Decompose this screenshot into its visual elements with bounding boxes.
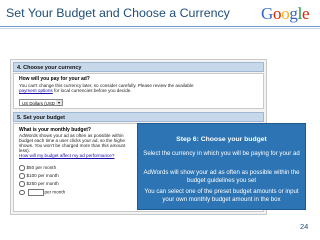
budget-help-line-3: shows. You won't be charged more than th…: [19, 143, 126, 148]
title-divider-light: [0, 28, 320, 29]
page-number: 24: [300, 222, 309, 231]
callout-paragraph-2: AdWords will show your ad as often as po…: [143, 169, 300, 184]
budget-option-label: $250 per month: [26, 181, 59, 186]
logo-letter: o: [281, 4, 290, 23]
budget-performance-link[interactable]: How will my budget affect my ad performa…: [19, 153, 114, 158]
logo-letter: o: [272, 4, 282, 23]
budget-option-custom[interactable]: per month: [19, 189, 65, 196]
radio-button[interactable]: [19, 173, 25, 179]
logo-letter: g: [289, 4, 298, 23]
callout-paragraph-1: Select the currency in which you will be…: [143, 150, 300, 157]
radio-button[interactable]: [19, 181, 25, 187]
budget-custom-suffix: per month: [44, 189, 66, 195]
chevron-down-icon[interactable]: ▾: [56, 100, 62, 105]
callout-paragraph-3: You can select one of the preset budget …: [144, 188, 299, 203]
logo-letter: G: [261, 4, 273, 23]
currency-select-value: US Dollars (USD $): [22, 101, 61, 106]
slide-title: Set Your Budget and Choose a Currency: [6, 6, 230, 20]
radio-button[interactable]: [19, 189, 25, 196]
logo-letter: e: [302, 4, 310, 23]
currency-help-text: for local currencies before you decide.: [54, 88, 132, 93]
currency-question: How will you pay for your ad?: [19, 76, 90, 82]
payment-options-link[interactable]: payment options: [19, 88, 53, 93]
custom-budget-input[interactable]: [27, 189, 44, 196]
step-callout: Step 6: Choose your budget Select the cu…: [137, 123, 306, 210]
section-currency-body: How will you pay for your ad? You can't …: [13, 73, 264, 109]
budget-option-label: $100 per month: [26, 173, 59, 178]
budget-option-50[interactable]: $50 per month: [19, 165, 56, 171]
budget-option-250[interactable]: $250 per month: [19, 181, 59, 187]
title-divider: [0, 26, 320, 27]
currency-help-line-2: payment options for local currencies bef…: [19, 88, 132, 93]
callout-title: Step 6: Choose your budget: [176, 136, 267, 143]
section-budget-heading: 5. Set your budget: [13, 112, 264, 122]
currency-select[interactable]: US Dollars (USD $) ▾: [19, 99, 63, 106]
google-logo: Google: [261, 4, 315, 24]
budget-option-label: $50 per month: [26, 165, 57, 170]
radio-button[interactable]: [19, 165, 25, 171]
section-currency-heading: 4. Choose your currency: [13, 62, 264, 72]
budget-option-100[interactable]: $100 per month: [19, 173, 59, 179]
